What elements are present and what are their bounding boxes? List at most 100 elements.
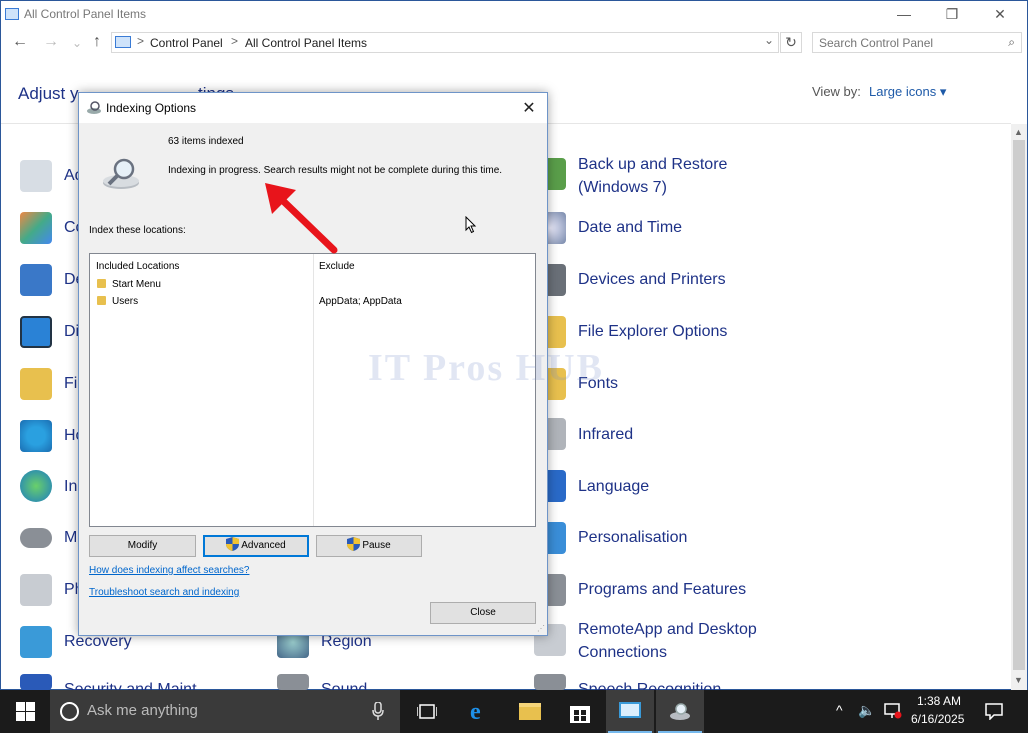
vertical-scrollbar[interactable]: ▲ ▼ (1011, 124, 1027, 690)
location-name: Start Menu (112, 279, 161, 290)
refresh-icon[interactable]: ↻ (780, 32, 802, 53)
item-personalisation[interactable]: Personalisation (578, 526, 687, 549)
store-taskbar-button[interactable] (556, 690, 604, 733)
control-panel-crumb-icon (115, 36, 131, 48)
network-icon[interactable] (884, 703, 902, 719)
search-icon[interactable]: ⌕ (1008, 35, 1015, 50)
search-input[interactable] (813, 33, 993, 52)
up-arrow-icon[interactable]: ↑ (86, 33, 108, 51)
close-window-button[interactable]: ✕ (977, 1, 1023, 29)
item-backup-restore[interactable]: Back up and Restore (Windows 7) (578, 153, 727, 199)
page-heading: Adjust y (18, 84, 79, 103)
folder-icon (97, 296, 106, 305)
task-view-icon[interactable] (417, 703, 437, 720)
file-explorer-taskbar-button[interactable] (506, 690, 554, 733)
item-file-explorer-options[interactable]: File Explorer Options (578, 320, 727, 343)
minimize-button[interactable]: — (881, 1, 927, 29)
item-devices-printers[interactable]: Devices and Printers (578, 268, 726, 291)
address-row: ← → ⌄ ↑ > Control Panel > All Control Pa… (1, 30, 1027, 56)
item-language[interactable]: Language (578, 475, 649, 498)
address-dropdown-icon[interactable]: ⌄ (764, 33, 774, 47)
scroll-down-icon[interactable]: ▼ (1014, 675, 1023, 685)
item-mouse[interactable]: M (64, 526, 77, 549)
dialog-title: Indexing Options (106, 101, 197, 115)
how-indexing-link[interactable]: How does indexing affect searches? (89, 565, 249, 576)
volume-icon[interactable]: 🔈 (858, 702, 875, 719)
indexing-status: Indexing in progress. Search results mig… (168, 165, 503, 176)
troubleshoot-link[interactable]: Troubleshoot search and indexing (89, 587, 239, 598)
homegroup-icon (20, 420, 52, 452)
cortana-icon (60, 702, 79, 721)
column-divider[interactable] (313, 254, 314, 526)
scrollbar-thumb[interactable] (1013, 140, 1025, 670)
mouse-cursor-icon (465, 216, 477, 234)
clock-time[interactable]: 1:38 AM (917, 694, 961, 708)
file-history-icon (20, 368, 52, 400)
item-date-time[interactable]: Date and Time (578, 216, 682, 239)
magnifier-drive-icon (103, 158, 139, 189)
item-speech-recognition[interactable]: Speech Recognition (578, 678, 721, 690)
recent-dropdown-icon[interactable]: ⌄ (66, 36, 88, 50)
item-display[interactable]: Di (64, 320, 79, 343)
restore-button[interactable]: ❐ (929, 1, 975, 29)
file-explorer-icon (519, 703, 541, 720)
item-file-history[interactable]: Fi (64, 372, 77, 395)
cortana-placeholder: Ask me anything (87, 702, 198, 719)
mouse-icon (20, 528, 52, 548)
folder-icon (97, 279, 106, 288)
security-icon (20, 674, 52, 690)
color-management-icon (20, 212, 52, 244)
window-title: All Control Panel Items (24, 7, 147, 21)
item-infrared[interactable]: Infrared (578, 423, 633, 446)
action-center-icon[interactable] (985, 703, 1003, 720)
breadcrumb-control-panel[interactable]: Control Panel (150, 36, 223, 50)
control-panel-taskbar-button[interactable] (606, 690, 654, 733)
advanced-button[interactable]: Advanced (203, 535, 309, 557)
show-hidden-icons[interactable]: ^ (836, 702, 843, 718)
breadcrumb-separator[interactable]: > (137, 34, 144, 48)
forward-arrow-icon[interactable]: → (40, 33, 62, 51)
items-indexed-count: 63 items indexed (168, 136, 244, 147)
location-name: Users (112, 296, 139, 307)
item-security-maintenance[interactable]: Security and Maint (64, 678, 197, 690)
indexing-taskbar-button[interactable] (656, 690, 704, 733)
resize-grip-icon[interactable]: ⋰ (537, 624, 545, 633)
edge-taskbar-button[interactable]: e (456, 690, 504, 733)
windows-start-icon[interactable] (16, 702, 35, 721)
column-header-exclude[interactable]: Exclude (319, 261, 355, 272)
scroll-up-icon[interactable]: ▲ (1014, 127, 1023, 137)
item-remoteapp[interactable]: RemoteApp and Desktop Connections (578, 618, 757, 664)
admin-tools-icon (20, 160, 52, 192)
location-exclude: AppData; AppData (319, 296, 402, 307)
recovery-icon (20, 626, 52, 658)
breadcrumb-separator[interactable]: > (231, 34, 238, 48)
item-programs-features[interactable]: Programs and Features (578, 578, 746, 601)
microphone-icon[interactable] (372, 702, 384, 720)
view-by-dropdown[interactable]: Large icons ▾ (869, 84, 946, 100)
close-button[interactable]: Close (430, 602, 536, 624)
indexing-options-icon (670, 703, 690, 720)
pause-button[interactable]: Pause (316, 535, 422, 557)
dialog-titlebar[interactable]: Indexing Options ✕ (79, 93, 547, 123)
item-sound[interactable]: Sound (321, 678, 367, 690)
locations-list[interactable]: Included Locations Exclude Start Menu Us… (89, 253, 536, 527)
breadcrumb-all-items[interactable]: All Control Panel Items (245, 36, 367, 50)
internet-options-icon (20, 470, 52, 502)
item-internet-options[interactable]: In (64, 475, 77, 498)
control-panel-app-icon (5, 8, 19, 20)
cortana-search-box[interactable]: Ask me anything (50, 690, 400, 733)
column-header-included[interactable]: Included Locations (96, 261, 179, 272)
address-bar[interactable]: > Control Panel > All Control Panel Item… (111, 32, 779, 53)
uac-shield-icon (226, 537, 240, 551)
modify-button[interactable]: Modify (89, 535, 196, 557)
sound-icon (277, 674, 309, 690)
window-titlebar[interactable]: All Control Panel Items — ❐ ✕ (1, 1, 1027, 29)
dialog-close-icon[interactable]: ✕ (511, 96, 547, 122)
clock-date[interactable]: 6/16/2025 (911, 712, 964, 726)
phone-modem-icon (20, 574, 52, 606)
search-box[interactable]: ⌕ (812, 32, 1022, 53)
default-programs-icon (20, 264, 52, 296)
uac-shield-icon (347, 537, 361, 551)
view-by-label: View by: (812, 84, 861, 99)
back-arrow-icon[interactable]: ← (9, 33, 31, 51)
